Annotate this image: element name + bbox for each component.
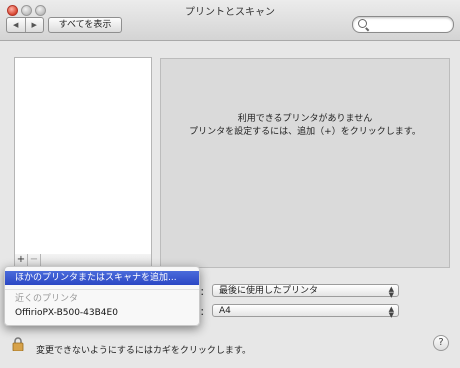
add-printer-menu: ほかのプリンタまたはスキャナを追加... 近くのプリンタ OffirioPX-B…: [4, 266, 200, 326]
forward-button[interactable]: ▶: [24, 18, 44, 32]
search-input[interactable]: [369, 18, 453, 32]
no-printers-line2: プリンタを設定するには、追加（+）をクリックします。: [189, 127, 421, 137]
default-printer-popup[interactable]: 最後に使用したプリンタ ▲ ▼: [212, 284, 399, 299]
default-printer-value: 最後に使用したプリンタ: [219, 286, 319, 296]
popup-arrows-icon: ▲ ▼: [388, 285, 394, 299]
nav-buttons: ◀ ▶: [6, 17, 44, 33]
no-printers-line1: 利用できるプリンタがありません: [237, 114, 373, 124]
add-printer-button[interactable]: +: [15, 254, 28, 266]
default-printer-label: ：: [200, 288, 210, 298]
lock-icon[interactable]: [12, 337, 24, 351]
paper-size-popup[interactable]: A4 ▲ ▼: [212, 304, 399, 319]
paper-size-value: A4: [219, 306, 231, 316]
show-all-button[interactable]: すべてを表示: [48, 17, 122, 33]
no-printers-message: 利用できるプリンタがありません プリンタを設定するには、追加（+）をクリックしま…: [161, 113, 449, 139]
remove-printer-button[interactable]: −: [28, 254, 41, 266]
popup-arrows-icon: ▲ ▼: [388, 305, 394, 319]
menu-item-nearby-printer[interactable]: OffirioPX-B500-43B4E0: [5, 306, 199, 320]
search-icon: [358, 19, 367, 28]
nearby-printers-header: 近くのプリンタ: [15, 294, 79, 304]
menu-separator: [5, 289, 199, 290]
printers-scanners-window: プリントとスキャン ◀ ▶ すべてを表示 + − 利用できるプリンタがありません…: [0, 0, 460, 368]
search-field[interactable]: [352, 16, 454, 33]
menu-item-add-other-printer[interactable]: ほかのプリンタまたはスキャナを追加...: [5, 271, 199, 285]
printer-list[interactable]: [14, 57, 152, 256]
lock-message: 変更できないようにするにはカギをクリックします。: [36, 346, 252, 356]
title-bar: プリントとスキャン ◀ ▶ すべてを表示: [0, 0, 460, 41]
back-button[interactable]: ◀: [7, 18, 25, 32]
paper-size-label: ：: [200, 308, 210, 318]
help-button[interactable]: ?: [433, 335, 449, 351]
printer-detail-pane: 利用できるプリンタがありません プリンタを設定するには、追加（+）をクリックしま…: [160, 58, 450, 268]
